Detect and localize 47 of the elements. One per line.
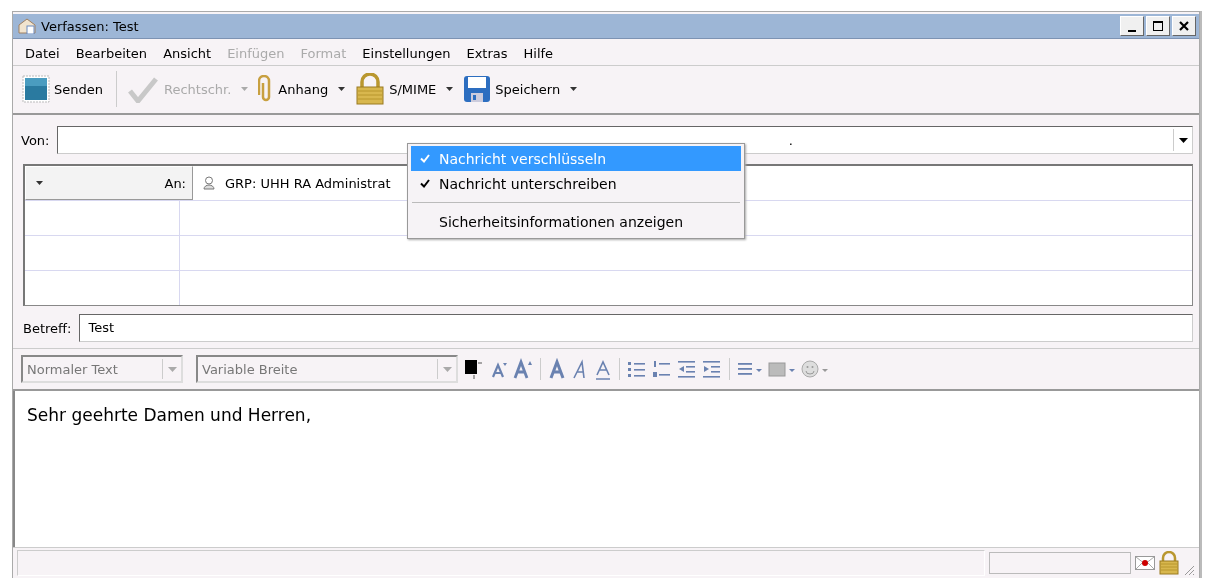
message-body[interactable]: Sehr geehrte Damen und Herren, xyxy=(27,405,312,425)
maximize-button[interactable] xyxy=(1146,16,1170,36)
maximize-icon xyxy=(1152,20,1164,32)
address-type-dropdown[interactable]: An: xyxy=(25,166,193,200)
resize-grip-icon[interactable] xyxy=(1183,564,1195,576)
indent-icon[interactable] xyxy=(702,358,722,380)
menu-item[interactable]: Nachricht unterschreiben xyxy=(411,171,741,196)
smiley-icon[interactable] xyxy=(801,358,829,380)
underline-icon[interactable] xyxy=(594,358,612,380)
minimize-icon xyxy=(1128,29,1136,32)
minimize-button[interactable] xyxy=(1120,16,1144,36)
dropdown-arrow-icon xyxy=(167,366,177,372)
outdent-icon[interactable] xyxy=(677,358,697,380)
toolbar-button[interactable]: Senden xyxy=(19,73,112,105)
padlock-icon xyxy=(1159,551,1179,575)
menu-item[interactable]: Ansicht xyxy=(157,46,222,61)
menu-item[interactable]: Datei xyxy=(19,46,70,61)
toolbar-button[interactable]: Speichern xyxy=(460,73,581,105)
from-label: Von: xyxy=(21,132,50,148)
font-dropdown[interactable]: Variable Breite xyxy=(196,355,458,383)
dropdown-arrow-icon xyxy=(442,366,452,372)
subject-label: Betreff: xyxy=(23,320,72,336)
larger-text-icon[interactable] xyxy=(513,358,533,380)
menu-item[interactable]: Einstellungen xyxy=(356,46,461,61)
caret-icon xyxy=(338,87,346,91)
numbered-list-icon[interactable] xyxy=(652,358,672,380)
menu-item[interactable]: Hilfe xyxy=(517,46,564,61)
window-title: Verfassen: Test xyxy=(41,18,140,34)
text-color-icon[interactable] xyxy=(463,358,485,380)
toolbar-button[interactable]: Anhang xyxy=(255,73,349,105)
caret-icon xyxy=(36,181,43,185)
send-icon xyxy=(22,75,50,103)
person-icon xyxy=(203,176,215,190)
menu-item[interactable]: Sicherheitsinformationen anzeigen xyxy=(411,209,741,234)
paragraph-format-dropdown[interactable]: Normaler Text xyxy=(21,355,183,383)
menu-item[interactable]: Bearbeiten xyxy=(69,46,158,61)
caret-icon xyxy=(446,87,454,91)
close-icon xyxy=(1178,20,1190,32)
caret-icon xyxy=(570,87,578,91)
recipient-address[interactable]: GRP: UHH RA Administrat xyxy=(225,175,391,191)
menu-item[interactable]: Extras xyxy=(460,46,518,61)
bold-icon[interactable] xyxy=(548,358,566,380)
caret-icon xyxy=(241,87,249,91)
toolbar-button[interactable]: S/MIME xyxy=(352,71,457,107)
padlock-icon xyxy=(355,73,386,105)
close-button[interactable] xyxy=(1172,16,1196,36)
subject-field[interactable]: Test xyxy=(79,314,1193,342)
